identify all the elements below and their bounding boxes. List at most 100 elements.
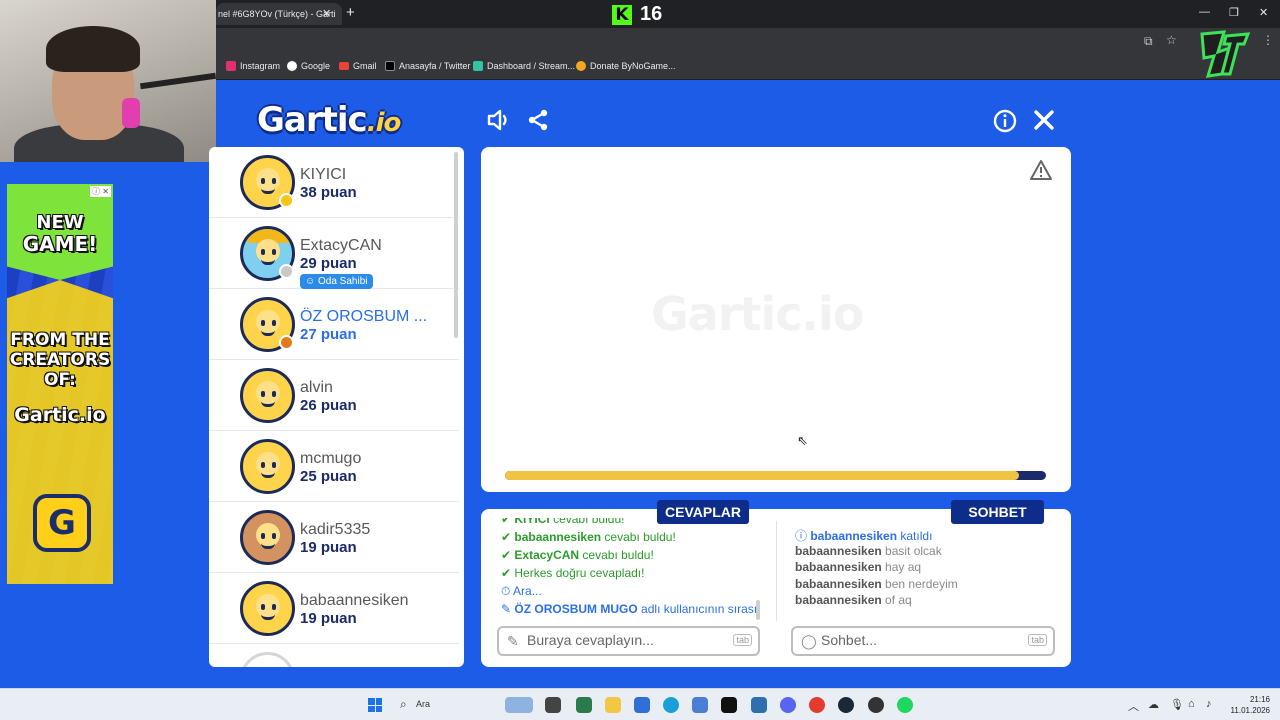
chat-username: babaannesiken (795, 543, 882, 558)
network-icon[interactable]: ⌂ (1188, 698, 1195, 710)
player-row[interactable]: babaannesiken 19 puan (209, 573, 459, 644)
bookmark-star-icon[interactable]: ☆ (1166, 33, 1177, 47)
answers-scrollbar[interactable] (756, 600, 760, 620)
task-view-icon[interactable] (545, 697, 561, 713)
avatar-mouth (261, 330, 275, 336)
round-timer-fill (505, 471, 1019, 480)
bookmark-label: Google (301, 61, 331, 71)
tray-expand-icon[interactable]: ︿ (1128, 698, 1139, 714)
bookmark-label: Donate ByNoGame... (590, 61, 676, 71)
obs-icon[interactable] (868, 697, 884, 713)
steam-icon[interactable] (838, 697, 854, 713)
avatar-eye (261, 462, 265, 468)
player-row[interactable]: alvin 26 puan (209, 360, 459, 431)
spotify-icon[interactable] (897, 697, 913, 713)
bookmark-google[interactable]: Google (287, 61, 330, 71)
taskbar-clock[interactable]: 21:16 11.01.2026 (1230, 694, 1270, 716)
players-list[interactable]: KIYICI 38 puan ExtacyCAN 29 puan ☺ Oda Sahib… (209, 147, 464, 667)
player-status-dot (279, 193, 294, 208)
bookmark-twitter[interactable]: Anasayfa / Twitter (385, 61, 470, 71)
report-warning-icon[interactable] (1029, 159, 1053, 181)
player-avatar[interactable] (240, 510, 295, 565)
player-row[interactable]: ExtacyCAN 29 puan ☺ Oda Sahibi (209, 218, 459, 289)
store-icon[interactable] (634, 697, 650, 713)
player-avatar[interactable] (240, 581, 295, 636)
player-name: ExtacyCAN (300, 237, 382, 254)
panel-divider (776, 521, 777, 621)
avatar-eye (272, 320, 276, 326)
gartic-logo[interactable]: Gartic.io (257, 100, 401, 140)
chat-line: ⓘ babaannesiken katıldı (795, 527, 932, 544)
check-icon: ✔ (501, 512, 515, 526)
round-timer-bar (505, 471, 1046, 480)
search-icon[interactable]: ⌕ (400, 697, 407, 712)
tab-chat[interactable]: SOHBET (951, 500, 1044, 524)
players-scrollbar[interactable] (454, 152, 458, 338)
discord-icon[interactable] (780, 697, 796, 713)
chat-username: babaannesiken (795, 560, 882, 574)
cloud-icon[interactable]: ☁ (1148, 698, 1159, 711)
ad-banner[interactable]: ⓘ ✕ NEW GAME! FROM THE CREATORS OF: Gart… (7, 184, 113, 584)
file-explorer-icon[interactable] (605, 697, 621, 713)
widgets-icon[interactable] (505, 697, 533, 713)
player-avatar[interactable] (240, 652, 295, 667)
app-icon[interactable] (576, 697, 592, 713)
chat-input-box[interactable]: ◯ tab (791, 626, 1055, 656)
bookmark-instagram[interactable]: Instagram (226, 61, 280, 71)
chat-username: babaannesiken (810, 529, 898, 543)
answer-input[interactable] (527, 632, 717, 648)
drawing-canvas[interactable]: Gartic.io ⇖ (481, 147, 1071, 492)
bookmark-dashboard[interactable]: Dashboard / Stream... (473, 61, 575, 71)
avatar-mouth (261, 259, 275, 265)
player-points: 29 puan (300, 255, 357, 272)
ad-info-icon[interactable]: ⓘ ✕ (90, 186, 111, 197)
app-icon[interactable] (692, 697, 708, 713)
bynogame-icon (576, 61, 586, 71)
tab-answers[interactable]: CEVAPLAR (657, 500, 749, 524)
share-icon[interactable] (526, 108, 550, 132)
taskbar-search[interactable]: Ara (416, 699, 430, 709)
avatar-mouth (261, 401, 275, 407)
player-row[interactable] (209, 644, 459, 667)
player-row[interactable]: ÖZ OROSBUM ... 27 puan (209, 289, 459, 360)
chat-text: of aq (881, 593, 912, 607)
windows-start-icon[interactable] (368, 698, 382, 712)
player-row[interactable]: KIYICI 38 puan (209, 147, 459, 218)
answer-line: ✔ babaannesiken cevabı buldu! (501, 530, 676, 544)
close-tab-icon[interactable]: ✕ (322, 7, 331, 20)
chat-input[interactable] (821, 632, 1011, 648)
browser-menu-icon[interactable]: ⋮ (1262, 33, 1274, 47)
answer-line: ⏱ Ara... (501, 584, 542, 599)
player-avatar[interactable] (240, 439, 295, 494)
info-icon[interactable] (993, 109, 1017, 133)
chat-text: katıldı (897, 529, 933, 543)
chrome-icon[interactable] (809, 697, 825, 713)
avatar-mouth (261, 188, 275, 194)
avatar-eye (272, 604, 276, 610)
capcut-icon[interactable] (721, 697, 737, 713)
avatar-eye (272, 462, 276, 468)
sound-icon[interactable] (486, 108, 512, 132)
google-icon (287, 61, 297, 71)
app-icon[interactable] (751, 697, 767, 713)
close-icon[interactable] (1033, 109, 1055, 131)
streamlabs-icon (473, 61, 483, 71)
player-row[interactable]: kadir5335 19 puan (209, 502, 459, 573)
bookmark-bynogame[interactable]: Donate ByNoGame... (576, 61, 676, 71)
edge-icon[interactable] (663, 697, 679, 713)
player-avatar[interactable] (240, 368, 295, 423)
ad-text-new: NEW (36, 212, 84, 233)
minimize-icon[interactable]: — (1199, 6, 1210, 18)
window-close-icon[interactable]: ✕ (1259, 6, 1268, 19)
microphone-icon[interactable]: 🎙 (1170, 698, 1184, 711)
answer-input-box[interactable]: ✎ tab (497, 626, 760, 656)
avatar-eye (261, 178, 265, 184)
new-tab-icon[interactable]: + (346, 4, 355, 21)
avatar-eye (261, 604, 265, 610)
bookmark-gmail[interactable]: Gmail (339, 61, 377, 71)
player-row[interactable]: mcmugo 25 puan (209, 431, 459, 502)
volume-icon[interactable]: ♪ (1206, 698, 1212, 710)
avatar-eye (261, 320, 265, 326)
maximize-icon[interactable]: ❐ (1229, 6, 1239, 19)
install-app-icon[interactable]: ⧉ (1144, 34, 1153, 49)
